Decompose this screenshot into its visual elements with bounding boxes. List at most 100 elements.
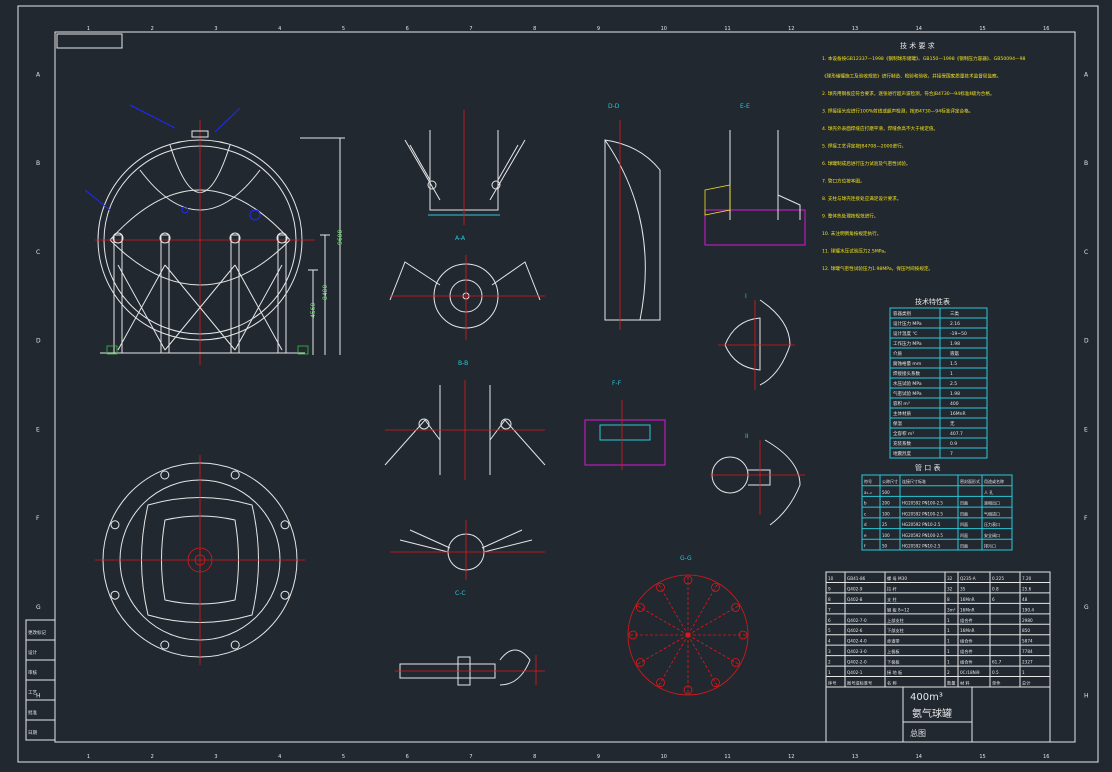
border-letter: B [36,160,40,167]
border-number: 10 [661,26,667,32]
bom-cell: 190.4 [1022,607,1034,612]
detail-view-flange: F-F [584,380,666,470]
bom-cell: Q402-7-0 [847,618,867,623]
design-value: 16MnR [950,411,966,417]
design-param: 充装系数 [893,440,911,447]
nozzle-cell: 100 [882,511,890,516]
nozzle-cell: 气相进口 [984,510,1000,516]
title-subtitle: 总图 [910,728,926,738]
nozzle-cell: 200 [882,501,890,506]
bom-cell: GB41-86 [847,576,866,581]
bom-header: 序号 [828,680,836,687]
nozzle-cell: 凹面 [960,533,968,538]
section-label-a: A-A [455,235,466,242]
bom-cell: 16MnR [960,597,975,602]
bom-cell: 支 柱 [887,596,898,603]
tech-req-heading: 技 术 要 求 [900,41,935,50]
rev-label: 审核 [28,669,37,676]
border-number: 15 [979,754,985,760]
bom-cell: 组合件 [960,659,973,666]
plan-column-marker [280,520,290,530]
border-number: 15 [979,26,985,32]
border-number: 8 [533,26,536,32]
border-number: 2 [151,26,154,32]
design-param: 设计温度 ℃ [893,330,917,337]
title-volume: 400m³ [910,692,943,703]
nozzle-cell: f [864,544,866,549]
border-number: 16 [1043,754,1049,760]
bom-cell: 0.8 [992,586,999,591]
bom-cell: 6 [992,597,995,602]
bom-cell: 3m² [947,607,956,612]
border-number: 8 [533,754,536,760]
bom-cell: 拉 杆 [887,585,898,592]
border-letter: A [1084,71,1089,78]
border-number: 11 [724,26,730,32]
design-param: 工作压力 MPa [893,340,922,347]
border-number: 11 [724,754,730,760]
bom-cell: Q235-A [960,576,976,581]
bom-cell: 3 [828,649,831,654]
section-label-g: G-G [680,555,692,562]
border-number: 14 [916,26,922,32]
nozzle-cell: 压力表口 [984,521,1000,527]
nozzle-cell: b [864,501,867,506]
border-letter: G [1084,604,1089,611]
bom-cell: Q402-6 [847,628,863,633]
nozzle-cell: HG20592 PN100-2.5 [902,511,943,516]
tech-requirement-line: 《球形储罐施工及验收规范》进行制造、检验和验收，并接受国家质量技术监督局监察。 [822,73,1001,80]
bom-header: 数量 [947,680,955,687]
detail-view-brace-joint [384,380,546,480]
bom-cell: 接 地 板 [887,669,903,676]
nozzle-table: 管 口 表 符号 公称尺寸 连接尺寸标准 密封面形式 用途或名称 a₁₋₂ 500 人 孔 b 2… [861,463,1013,551]
tech-requirement-line: 3. 焊接接头应进行100%射线或超声检测，按JB4730—94标准评定合格。 [822,108,973,115]
tech-requirement-line: 5. 焊接工艺评定按JB4708—2000进行。 [822,143,906,150]
bolt-centerline [687,582,719,636]
bom-cell: 32 [947,576,953,581]
plan-column-marker [230,640,240,650]
border-number: 14 [916,754,922,760]
border-letter: D [1084,338,1089,345]
nozzle-cell: 25 [882,522,888,527]
plan-column-marker [230,470,240,480]
nozzle-cell: HG20592 PN100-2.5 [902,501,943,506]
detail-view-clevis [395,649,545,686]
tech-requirement-line: 8. 支柱与球壳连接处应满足设计要求。 [822,195,901,202]
bom-cell: 6 [828,618,831,623]
bolt-centerline [687,604,741,636]
nozzle-cell: HG20592 PN100-2.5 [902,533,943,538]
nozzle-cell: 安全阀口 [984,532,1000,538]
plan-column-marker [110,590,120,600]
border-number: 1 [87,26,90,32]
design-param: 腐蚀裕量 mm [893,360,921,367]
border-number: 6 [406,754,409,760]
border-letter: C [1084,249,1088,256]
bom-cell: 48 [1022,597,1028,602]
plan-column-marker [160,640,170,650]
bom-cell: 8 [828,597,831,602]
bom-cell: 2 [828,660,831,665]
rev-label: 日期 [28,730,37,736]
bolt-centerline [635,604,689,636]
nozzle-header: 符号 [864,478,872,484]
border-letter: E [1084,426,1088,433]
bom-cell: 1 [1022,670,1025,675]
bom-cell: 下部支柱 [887,627,905,634]
bom-cell: 上极板 [887,648,900,655]
dim-height-total: 9600 [337,230,344,245]
bolt-centerline [657,582,689,636]
drawing-frame: 1122334455667788991010111112121313141415… [17,5,1099,763]
border-number: 13 [852,26,858,32]
bom-cell: 组合件 [960,638,973,645]
nozzle-cell: HG20592 PN10-2.5 [902,522,941,527]
design-param: 保温 [893,420,902,427]
bom-cell: Q402-3-0 [847,649,867,654]
nozzle-cell: 凹面 [960,511,968,516]
nozzle-header: 公称尺寸 [882,478,898,484]
design-value: 三类 [950,310,959,317]
sphere-plan-view [95,455,305,665]
design-param: 焊接接头系数 [893,370,920,377]
bom-cell: 1 [947,639,950,644]
bolt-centerline [635,634,689,666]
tech-requirement-line: 1. 本设备按GB12337—1998《钢制球形储罐》、GB150—1998《钢… [822,55,1026,62]
